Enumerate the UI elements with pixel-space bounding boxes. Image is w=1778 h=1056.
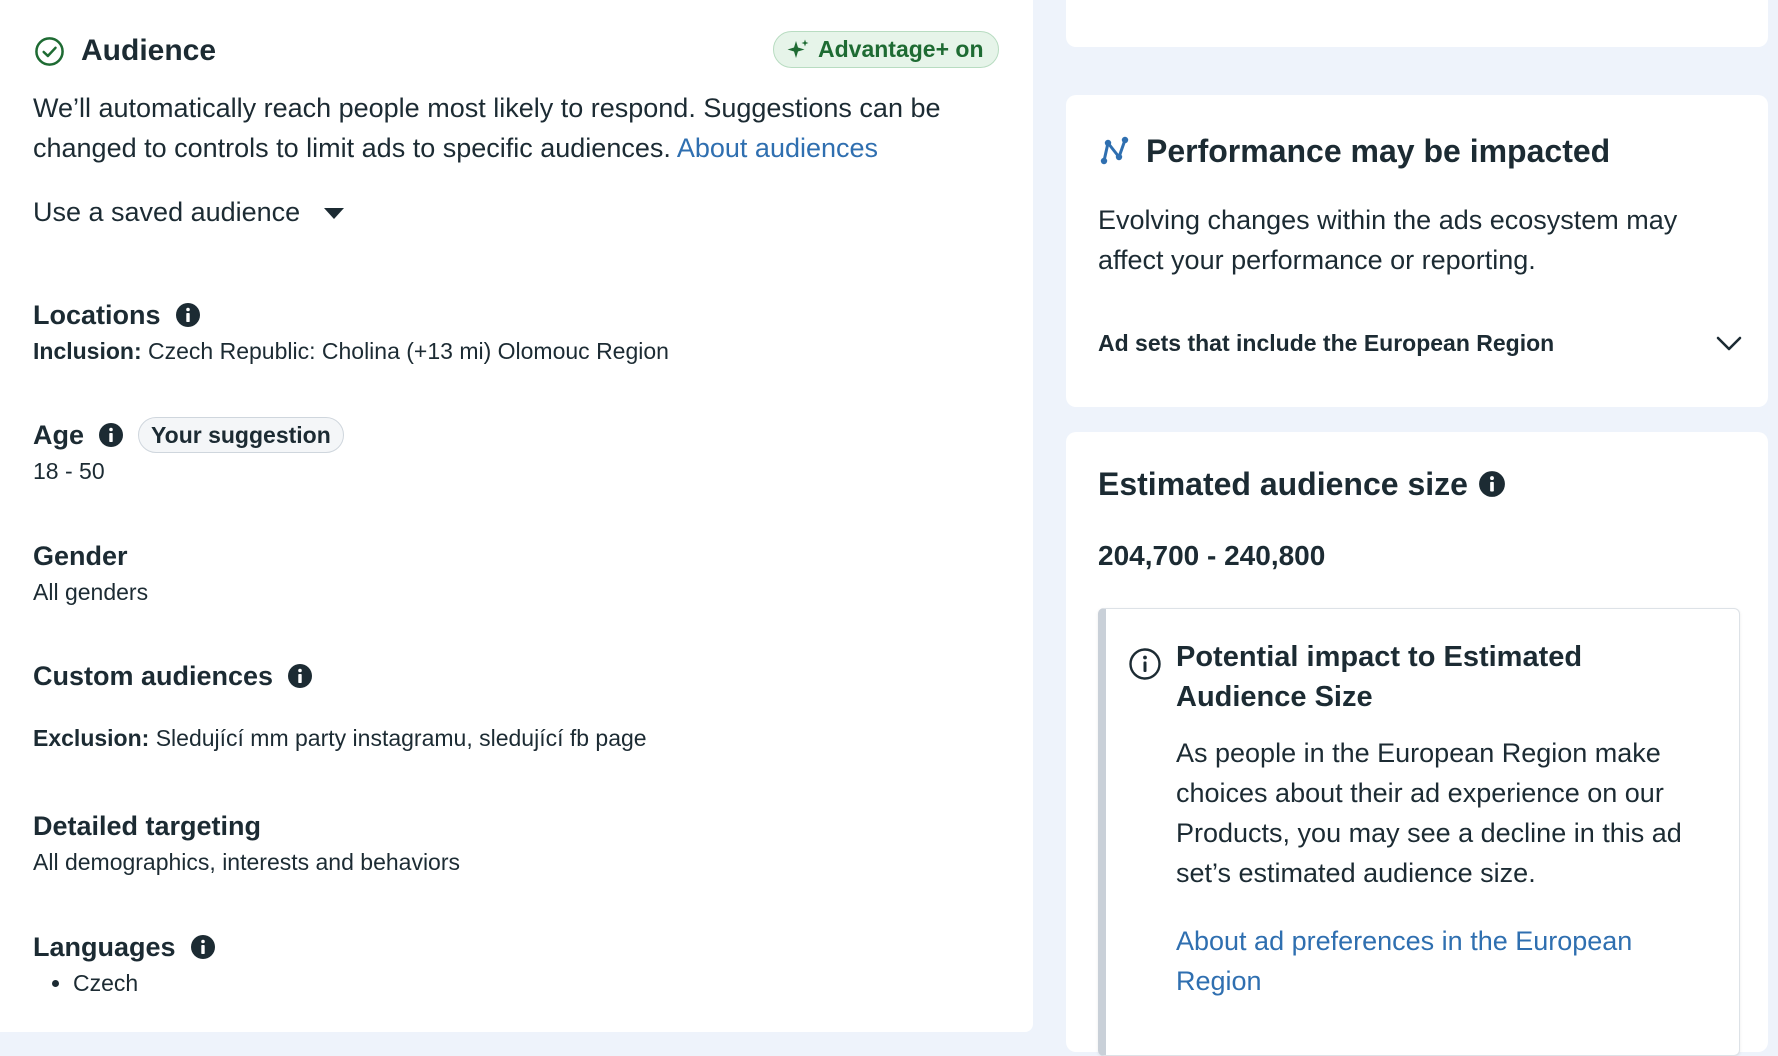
info-outline-icon bbox=[1129, 648, 1161, 680]
advantage-plus-badge[interactable]: Advantage+ on bbox=[773, 31, 999, 68]
custom-audiences-text: Sledující mm party instagramu, sledující… bbox=[155, 725, 647, 751]
audience-panel: Audience Advantage+ on We’ll automatical… bbox=[0, 0, 1033, 1032]
info-icon[interactable] bbox=[98, 422, 124, 448]
caret-down-icon bbox=[324, 207, 345, 219]
age-title: Age bbox=[33, 419, 85, 450]
detailed-targeting-value: All demographics, interests and behavior… bbox=[33, 849, 461, 875]
european-region-accordion[interactable]: Ad sets that include the European Region bbox=[1098, 327, 1744, 359]
performance-card: Performance may be impacted Evolving cha… bbox=[1066, 95, 1768, 407]
advantage-plus-label: Advantage+ on bbox=[818, 36, 984, 62]
check-circle-icon bbox=[35, 36, 64, 66]
european-region-label: Ad sets that include the European Region bbox=[1098, 329, 1555, 356]
potential-impact-title: Potential impact to Estimated Audience S… bbox=[1176, 641, 1583, 713]
custom-audiences-value: Exclusion: Sledující mm party instagramu… bbox=[33, 723, 647, 753]
estimated-audience-header: Estimated audience size bbox=[1098, 464, 1506, 504]
languages-list: Czech bbox=[33, 968, 216, 998]
info-icon[interactable] bbox=[175, 302, 201, 328]
list-item: Czech bbox=[73, 968, 216, 998]
detailed-targeting-title: Detailed targeting bbox=[33, 810, 262, 841]
saved-audience-label: Use a saved audience bbox=[33, 196, 301, 227]
graph-nodes-icon bbox=[1100, 136, 1129, 165]
estimated-audience-card: Estimated audience size 204,700 - 240,80… bbox=[1066, 432, 1768, 1056]
gender-value: All genders bbox=[33, 579, 149, 605]
info-icon[interactable] bbox=[1478, 470, 1506, 498]
locations-title: Locations bbox=[33, 299, 161, 330]
top-card bbox=[1066, 0, 1768, 47]
audience-description: We’ll automatically reach people most li… bbox=[33, 88, 1013, 168]
languages-title: Languages bbox=[33, 931, 176, 962]
potential-impact-body: As people in the European Region make ch… bbox=[1176, 738, 1682, 888]
detailed-targeting-section: Detailed targeting All demographics, int… bbox=[33, 809, 460, 877]
performance-description: Evolving changes within the ads ecosyste… bbox=[1098, 205, 1678, 275]
info-icon[interactable] bbox=[287, 663, 313, 689]
locations-section: Locations Inclusion: Czech Republic: Cho… bbox=[33, 298, 669, 366]
locations-value: Inclusion: Czech Republic: Cholina (+13 … bbox=[33, 336, 669, 366]
estimated-audience-range: 204,700 - 240,800 bbox=[1098, 540, 1326, 571]
custom-audiences-section: Custom audiences Exclusion: Sledující mm… bbox=[33, 659, 647, 753]
estimated-audience-title: Estimated audience size bbox=[1098, 465, 1468, 502]
about-audiences-link[interactable]: About audiences bbox=[677, 133, 878, 163]
chevron-down-icon bbox=[1716, 336, 1742, 351]
performance-header: Performance may be impacted bbox=[1098, 131, 1610, 171]
audience-title: Audience bbox=[81, 34, 217, 67]
gender-section: Gender All genders bbox=[33, 539, 148, 607]
locations-text: Czech Republic: Cholina (+13 mi) Olomouc… bbox=[148, 338, 669, 364]
gender-title: Gender bbox=[33, 540, 128, 571]
sparkle-icon bbox=[787, 39, 809, 58]
custom-audiences-prefix: Exclusion: bbox=[33, 725, 150, 751]
performance-title: Performance may be impacted bbox=[1146, 132, 1611, 169]
your-suggestion-badge: Your suggestion bbox=[138, 417, 344, 453]
age-section: Age Your suggestion 18 - 50 bbox=[33, 417, 344, 486]
potential-impact-notice: Potential impact to Estimated Audience S… bbox=[1098, 608, 1740, 1056]
age-value: 18 - 50 bbox=[33, 458, 105, 484]
custom-audiences-title: Custom audiences bbox=[33, 660, 274, 691]
info-icon[interactable] bbox=[190, 934, 216, 960]
audience-header: Audience bbox=[34, 33, 216, 69]
ad-preferences-link[interactable]: About ad preferences in the European Reg… bbox=[1176, 921, 1716, 1001]
saved-audience-dropdown[interactable]: Use a saved audience bbox=[33, 196, 345, 228]
languages-section: Languages Czech bbox=[33, 930, 216, 998]
locations-prefix: Inclusion: bbox=[33, 338, 142, 364]
